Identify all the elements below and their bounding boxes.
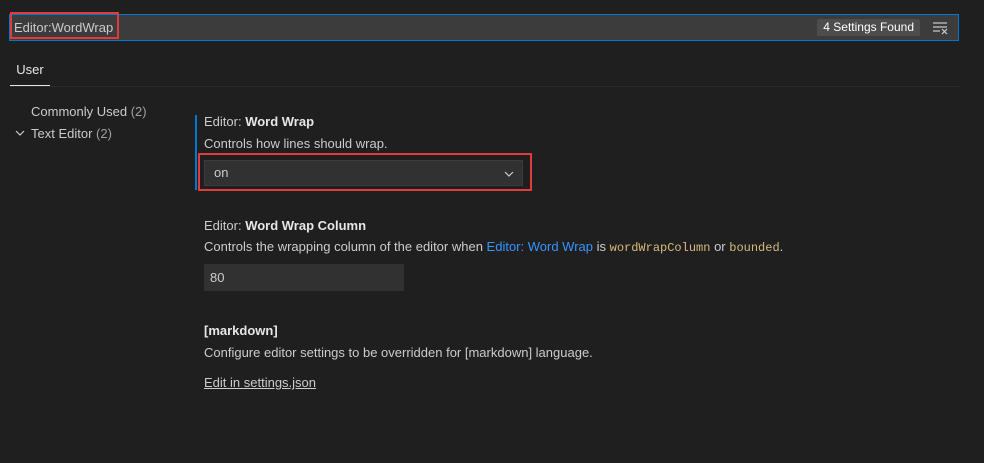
tab-user[interactable]: User [10, 56, 50, 86]
toc-item-text-editor[interactable]: Text Editor (2) [31, 126, 112, 141]
search-highlight-box [10, 12, 119, 39]
chevron-down-icon[interactable] [14, 127, 26, 139]
toc-item-label: Text Editor [31, 126, 93, 141]
settings-found-badge: 4 Settings Found [817, 19, 920, 36]
desc-text: is [593, 239, 610, 254]
setting-name: Word Wrap Column [245, 218, 367, 233]
setting-link-word-wrap[interactable]: Editor: Word Wrap [487, 239, 593, 254]
tab-divider [10, 86, 960, 87]
toc-item-commonly-used[interactable]: Commonly Used (2) [31, 104, 147, 119]
word-wrap-column-input[interactable]: 80 [204, 264, 404, 291]
setting-category: Editor: [204, 114, 246, 129]
desc-text: Controls the wrapping column of the edit… [204, 239, 487, 254]
desc-text: or [710, 239, 730, 254]
toc-item-count: (2) [130, 104, 147, 119]
clear-filter-icon[interactable] [932, 21, 948, 35]
desc-text: . [779, 239, 784, 254]
setting-focus-indicator [195, 115, 197, 190]
setting-title-word-wrap-column: Editor: Word Wrap Column [204, 218, 366, 233]
toc-item-count: (2) [96, 126, 112, 141]
code-bounded: bounded [729, 241, 780, 255]
code-word-wrap-column: wordWrapColumn [609, 241, 711, 255]
setting-title-markdown: [markdown] [204, 323, 278, 338]
setting-description: Configure editor settings to be overridd… [204, 345, 593, 360]
setting-description: Controls the wrapping column of the edit… [204, 239, 783, 255]
edit-in-settings-json-link[interactable]: Edit in settings.json [204, 375, 316, 390]
setting-name: Word Wrap [245, 114, 315, 129]
setting-name: [markdown] [204, 323, 278, 338]
toc-item-label: Commonly Used [31, 104, 128, 119]
dropdown-highlight-box [198, 153, 532, 191]
setting-category: Editor: [204, 218, 246, 233]
vertical-scrollbar[interactable] [970, 48, 984, 463]
setting-title-word-wrap: Editor: Word Wrap [204, 114, 314, 129]
setting-description: Controls how lines should wrap. [204, 136, 388, 151]
settings-search-bar[interactable]: Editor:WordWrap 4 Settings Found [9, 14, 959, 41]
